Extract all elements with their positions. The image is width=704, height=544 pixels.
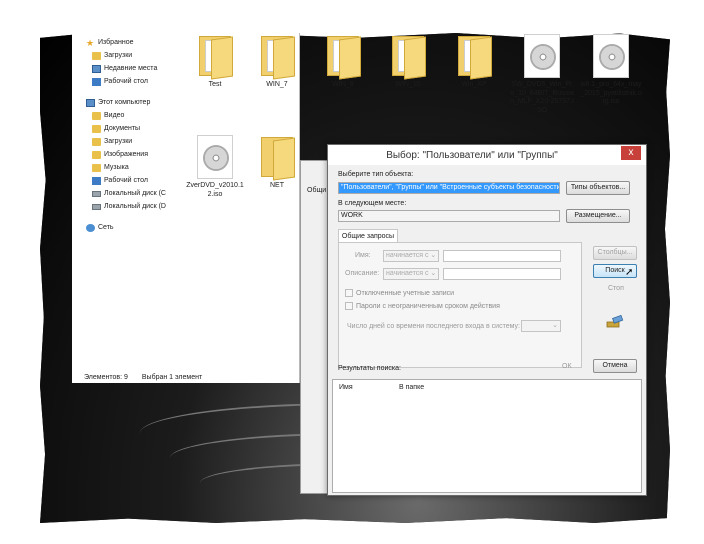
chevron-down-icon: ⌄ <box>552 322 558 329</box>
folder-icon <box>390 34 426 80</box>
disc-item-zverdvd[interactable]: ZverDVD_v2010.12.iso <box>185 135 245 199</box>
disc-image-icon <box>524 34 560 78</box>
search-results-list[interactable]: Имя В папке <box>332 379 642 493</box>
description-mode-select[interactable]: начинается с ⌄ <box>383 268 439 280</box>
chevron-down-icon: ⌄ <box>430 252 437 259</box>
navigation-pane: ★ Избранное Загрузки Недавние места Рабоч… <box>86 36 178 234</box>
tab-common-queries[interactable]: Общие запросы <box>338 229 398 243</box>
chevron-down-icon: ⌄ <box>430 270 437 277</box>
name-mode-select[interactable]: начинается с ⌄ <box>383 250 439 262</box>
folder-item-win8[interactable]: WIN_8 <box>313 34 373 90</box>
network-icon <box>86 223 95 232</box>
nav-item-downloads[interactable]: Загрузки <box>86 49 178 62</box>
close-button[interactable]: x <box>621 146 641 160</box>
desktop-folder-icon <box>92 176 101 185</box>
name-input[interactable] <box>443 250 561 262</box>
folder-icon <box>197 34 233 80</box>
star-icon: ★ <box>86 37 95 48</box>
column-folder-header[interactable]: В папке <box>399 384 424 391</box>
search-people-icon <box>606 315 624 328</box>
disc-image-icon <box>197 135 233 179</box>
disc-item-w81-pro[interactable]: w8.1_pro_64x_may_2015_pyatilistnik.org.i… <box>580 34 642 107</box>
nav-item-favorites[interactable]: ★ Избранное <box>86 36 178 49</box>
nav-item-video[interactable]: Видео <box>86 109 178 122</box>
disabled-accounts-checkbox[interactable]: Отключенные учетные записи <box>345 289 454 297</box>
local-disk-icon <box>92 203 101 210</box>
locations-button[interactable]: Размещение... <box>566 209 630 223</box>
cancel-button[interactable]: Отмена <box>593 359 637 373</box>
column-name-header[interactable]: Имя <box>339 384 353 391</box>
folder-icon <box>325 34 361 80</box>
common-queries-panel: Имя: начинается с ⌄ Описание: начинается… <box>338 242 582 368</box>
description-input[interactable] <box>443 268 561 280</box>
checkbox-box <box>345 289 353 297</box>
checkbox-box <box>345 302 353 310</box>
nav-item-this-pc[interactable]: Этот компьютер <box>86 96 178 109</box>
description-label: Описание: <box>345 270 380 277</box>
dialog-titlebar: Выбор: "Пользователи" или "Группы" x <box>328 145 646 165</box>
location-label: В следующем месте: <box>338 200 407 207</box>
object-types-button[interactable]: Типы объектов... <box>566 181 630 195</box>
nav-item-desktop-pc[interactable]: Рабочий стол <box>86 174 178 187</box>
folder-icon <box>259 135 295 181</box>
item-count: Элементов: 9 <box>84 374 128 381</box>
nav-item-local-disk-d[interactable]: Локальный диск (D <box>86 200 178 213</box>
location-field[interactable]: WORK <box>338 210 560 222</box>
nav-item-music[interactable]: Музыка <box>86 161 178 174</box>
pictures-folder-icon <box>92 150 101 159</box>
ok-button[interactable]: ОК <box>562 363 572 370</box>
selected-count: Выбран 1 элемент <box>141 374 203 381</box>
columns-button[interactable]: Столбцы... <box>593 246 637 260</box>
recent-places-icon <box>92 64 101 73</box>
folder-item-test[interactable]: Test <box>185 34 245 90</box>
search-results-label: Результаты поиска: <box>338 365 401 372</box>
days-since-logon-label: Число дней со времени последнего входа в… <box>347 323 520 330</box>
stop-button[interactable]: Стоп <box>608 285 624 292</box>
object-type-field[interactable]: "Пользователи", "Группы" или "Встроенные… <box>338 182 560 194</box>
desktop-icon <box>92 77 101 86</box>
dialog-title: Выбор: "Пользователи" или "Группы" <box>386 150 558 161</box>
local-disk-icon <box>92 190 101 197</box>
nav-item-recent-places[interactable]: Недавние места <box>86 62 178 75</box>
computer-icon <box>86 98 95 107</box>
torn-paper-frame: ★ Избранное Загрузки Недавние места Рабоч… <box>0 0 704 544</box>
music-folder-icon <box>92 163 101 172</box>
mouse-pointer-icon: ➚ <box>625 267 634 278</box>
nav-item-local-disk-c[interactable]: Локальный диск (C <box>86 187 178 200</box>
nav-item-downloads-pc[interactable]: Загрузки <box>86 135 178 148</box>
downloads-folder-icon <box>92 137 101 146</box>
disc-image-icon <box>593 34 629 78</box>
documents-folder-icon <box>92 124 101 133</box>
nav-item-desktop[interactable]: Рабочий стол <box>86 75 178 88</box>
downloads-icon <box>92 51 101 60</box>
object-type-label: Выберите тип объекта: <box>338 171 414 178</box>
folder-item-net[interactable]: NET <box>247 135 307 191</box>
status-bar: Элементов: 9 Выбран 1 элемент <box>84 374 202 381</box>
name-label: Имя: <box>355 252 371 259</box>
folder-icon <box>456 34 492 80</box>
tab-general-fragment: Общи <box>307 187 327 194</box>
folder-item-winxp[interactable]: Win_XP <box>444 34 504 90</box>
folder-item-win7[interactable]: WIN_7 <box>247 34 307 90</box>
nav-item-documents[interactable]: Документы <box>86 122 178 135</box>
folder-icon <box>259 34 295 80</box>
nav-item-pictures[interactable]: Изображения <box>86 148 178 161</box>
nav-item-network[interactable]: Сеть <box>86 221 178 234</box>
select-users-groups-dialog: Выбор: "Пользователи" или "Группы" x Выб… <box>327 144 647 496</box>
video-folder-icon <box>92 111 101 120</box>
days-since-logon-select[interactable]: ⌄ <box>521 320 561 332</box>
non-expiring-passwords-checkbox[interactable]: Пароли с неограниченным сроком действия <box>345 302 500 310</box>
disc-item-sw-dvd5[interactable]: SW_DVD5_Win_Pro_10_64BIT_Russian_MLF_X20… <box>510 34 574 115</box>
folder-item-win10[interactable]: WIN_10 <box>378 34 438 90</box>
